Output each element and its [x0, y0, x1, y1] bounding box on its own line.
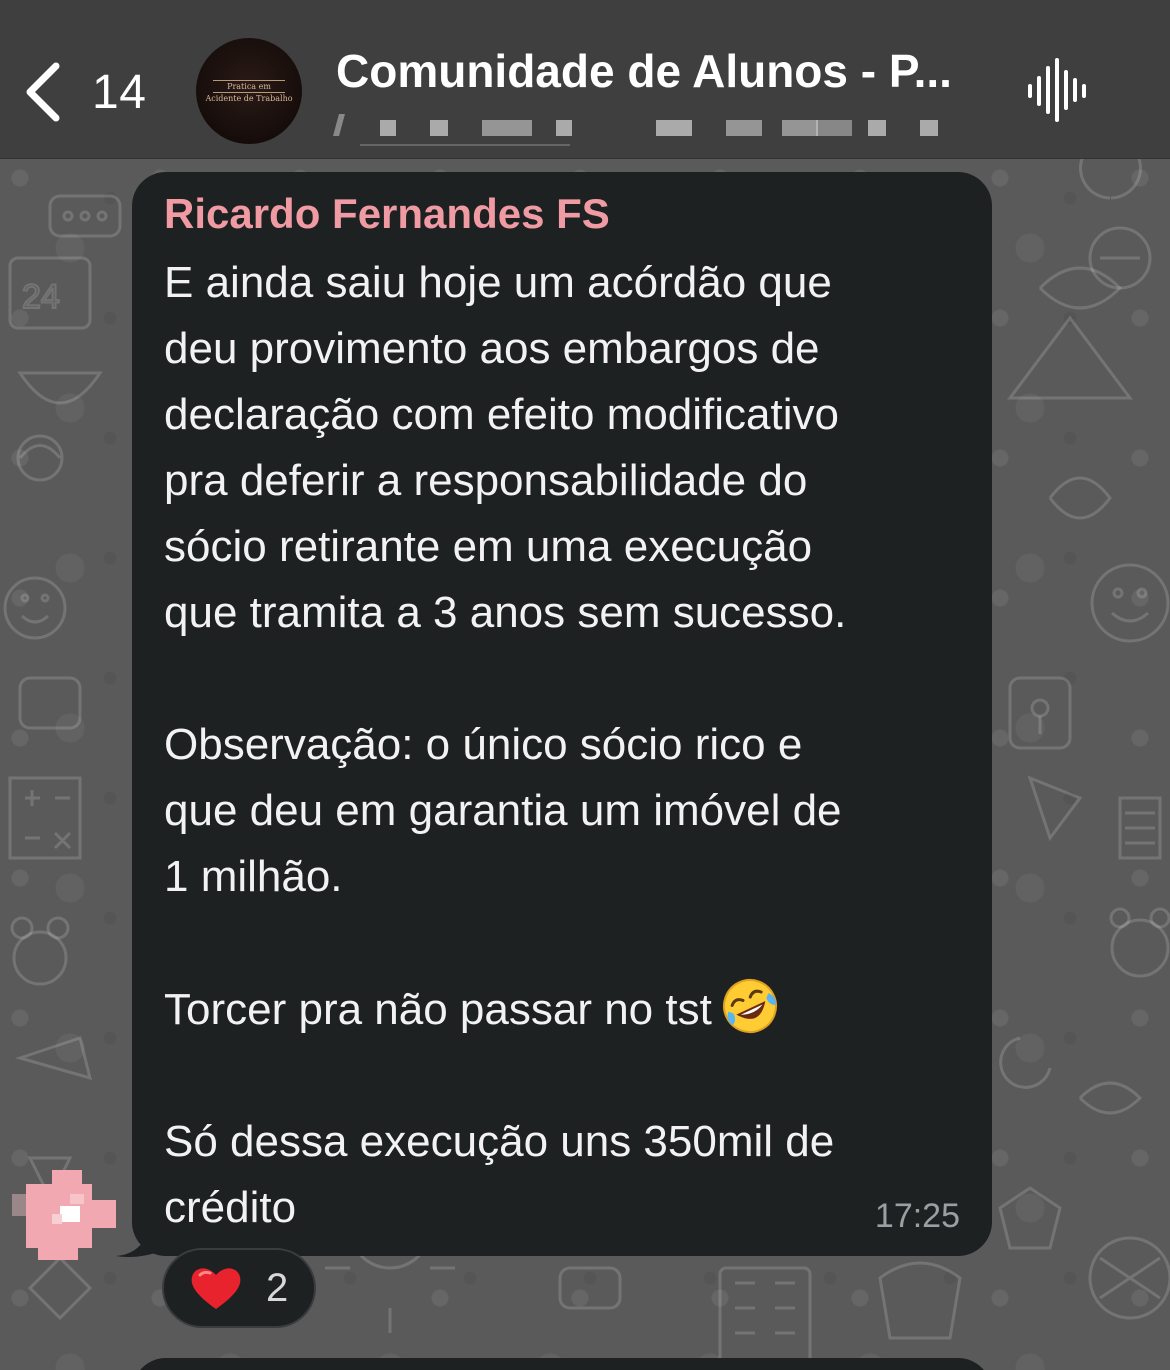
voice-chat-button[interactable] [1024, 58, 1088, 122]
message-text: E ainda saiu hoje um acórdão que deu pro… [164, 250, 964, 1241]
logo-rule [213, 80, 285, 81]
reaction-heart[interactable]: 2 [162, 1248, 316, 1328]
avatar-logo-line2: Acidente de Trabalho [205, 94, 293, 103]
chevron-left-icon [26, 62, 60, 122]
chat-subtitle-blurred [333, 112, 954, 146]
voice-wave-icon [1028, 58, 1086, 122]
back-button[interactable]: 14 [22, 58, 162, 126]
message-time: 17:25 [874, 1197, 960, 1235]
rolling-on-floor-laughing-emoji [722, 979, 777, 1033]
chat-title[interactable]: Comunidade de Alunos - P... [336, 44, 952, 98]
message-body: E ainda saiu hoje um acórdão que deu pro… [164, 258, 847, 1034]
svg-text:24: 24 [22, 278, 60, 316]
sender-avatar-pixelated[interactable] [12, 1170, 122, 1260]
message-bubble[interactable]: Ricardo Fernandes FS E ainda saiu hoje u… [132, 172, 992, 1256]
message-body-tail: Só dessa execução uns 350mil de crédito [164, 1117, 835, 1232]
logo-rule [213, 92, 285, 93]
reaction-count: 2 [266, 1265, 289, 1310]
chat-screen: 24 14 Pratica em Acidente de Trabalho Co… [0, 0, 1170, 1370]
unread-count: 14 [92, 65, 147, 119]
avatar-logo-line1: Pratica em [227, 82, 271, 91]
next-message-bubble[interactable] [132, 1358, 992, 1370]
sender-name[interactable]: Ricardo Fernandes FS [164, 190, 610, 238]
red-heart-emoji [191, 1268, 241, 1309]
chat-header: 14 Pratica em Acidente de Trabalho Comun… [0, 0, 1170, 159]
group-avatar[interactable]: Pratica em Acidente de Trabalho [196, 38, 302, 144]
